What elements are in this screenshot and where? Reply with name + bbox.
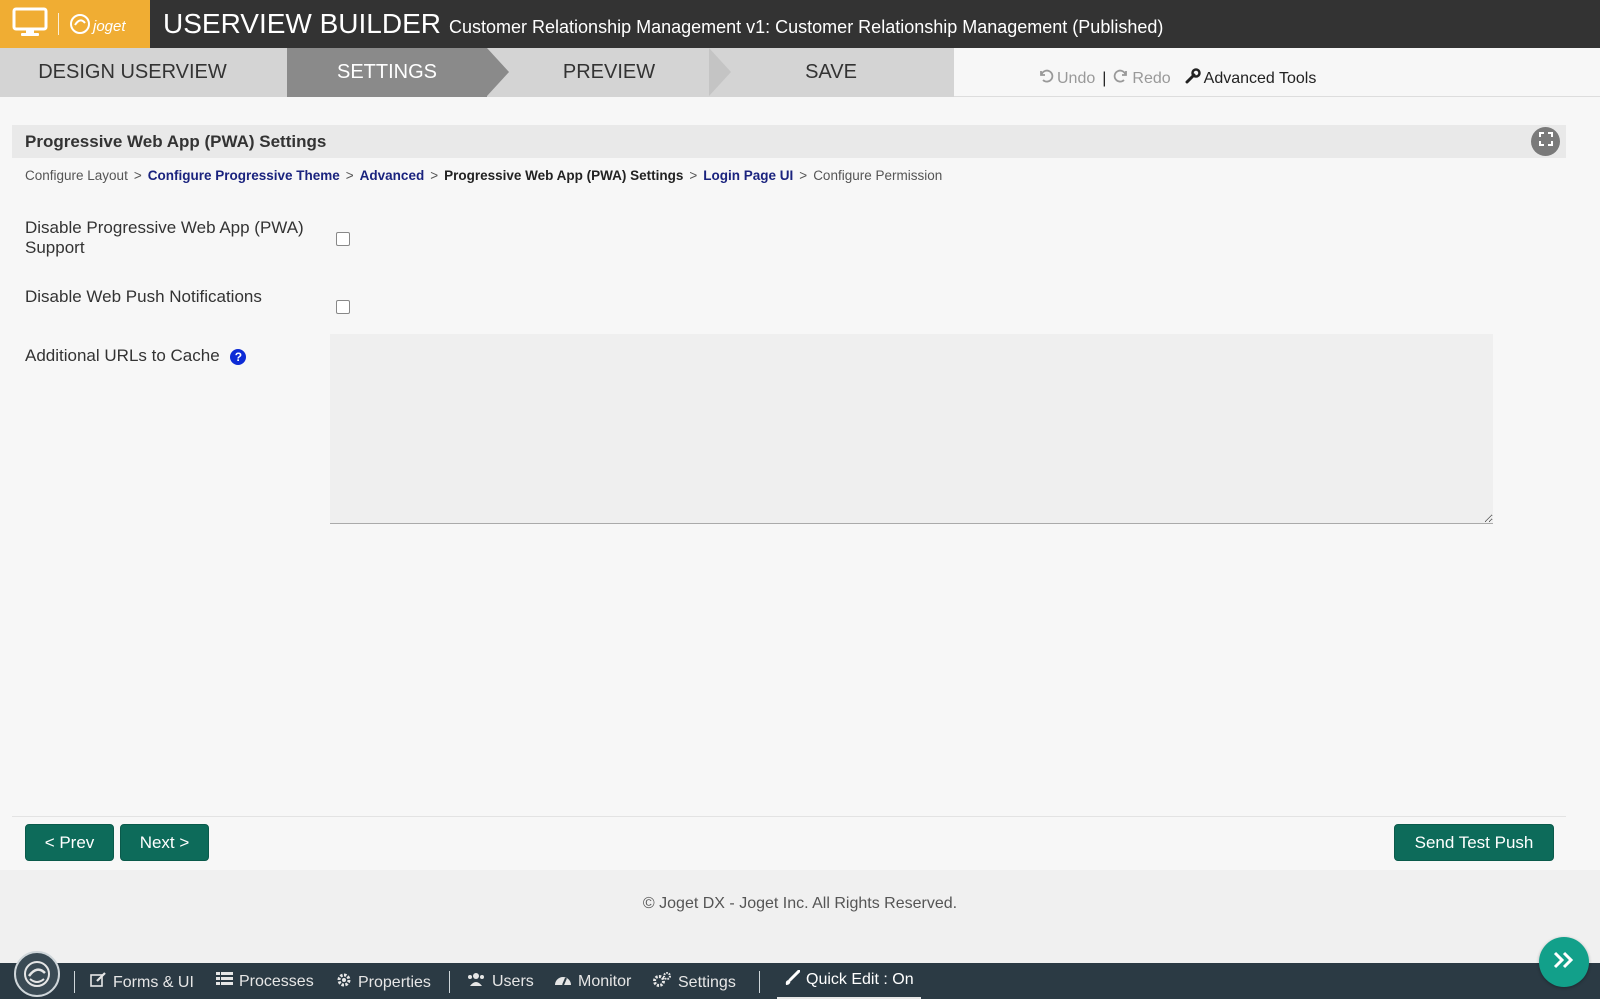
disable-push-label: Disable Web Push Notifications <box>25 287 262 306</box>
gear-icon <box>336 972 352 993</box>
next-button[interactable]: Next > <box>120 824 209 861</box>
step-label: PREVIEW <box>562 61 656 83</box>
step-design-userview[interactable]: DESIGN USERVIEW <box>0 48 265 97</box>
breadcrumb-separator: > <box>799 168 808 183</box>
expand-panel-button[interactable] <box>1539 937 1589 987</box>
admin-bar: Forms & UI Processes Properties Users Mo… <box>0 951 1600 999</box>
breadcrumb-separator: > <box>689 168 698 183</box>
breadcrumb-configure-layout[interactable]: Configure Layout <box>25 168 128 183</box>
panel-header: Progressive Web App (PWA) Settings <box>12 125 1566 158</box>
breadcrumb-separator: > <box>133 168 142 183</box>
quick-edit-label: Quick Edit : On <box>806 971 914 988</box>
admin-properties[interactable]: Properties <box>336 972 431 993</box>
admin-monitor[interactable]: Monitor <box>554 972 631 991</box>
admin-monitor-label: Monitor <box>578 972 632 990</box>
admin-forms-ui[interactable]: Forms & UI <box>90 972 194 993</box>
admin-users[interactable]: Users <box>466 972 534 991</box>
undo-label: Undo <box>1057 69 1096 87</box>
wrench-icon <box>1185 68 1201 89</box>
admin-separator <box>449 971 450 993</box>
admin-settings-label: Settings <box>678 973 736 991</box>
step-bar: DESIGN USERVIEW SETTINGS PREVIEW SAVE Un… <box>0 48 1600 97</box>
admin-properties-label: Properties <box>358 973 431 991</box>
toolbar-separator: | <box>1102 69 1107 87</box>
form-divider <box>12 816 1566 817</box>
admin-processes-label: Processes <box>239 972 314 990</box>
breadcrumb-configure-permission[interactable]: Configure Permission <box>813 168 942 183</box>
help-icon[interactable]: ? <box>230 348 247 365</box>
step-preview[interactable]: PREVIEW <box>509 48 709 97</box>
app-title: USERVIEW BUILDER <box>163 8 441 39</box>
panel-title: Progressive Web App (PWA) Settings <box>25 131 327 151</box>
logo-text: joget <box>93 18 126 35</box>
undo-button[interactable]: Undo <box>1038 68 1095 89</box>
send-test-push-button[interactable]: Send Test Push <box>1394 824 1554 861</box>
admin-forms-ui-label: Forms & UI <box>113 973 194 991</box>
cogs-icon <box>652 972 672 993</box>
admin-processes[interactable]: Processes <box>216 972 314 991</box>
step-label: SAVE <box>805 61 857 83</box>
edit-icon <box>90 972 107 993</box>
urls-to-cache-label: Additional URLs to Cache ? <box>25 346 247 366</box>
paintbrush-icon <box>784 969 801 991</box>
joget-logo: joget <box>69 13 126 35</box>
app-header: joget USERVIEW BUILDER Customer Relation… <box>0 0 1600 48</box>
admin-settings[interactable]: Settings <box>652 972 736 993</box>
admin-separator <box>759 971 760 993</box>
disable-pwa-label: Disable Progressive Web App (PWA) Suppor… <box>25 218 304 258</box>
step-label: DESIGN USERVIEW <box>38 61 227 83</box>
disable-pwa-checkbox[interactable] <box>336 232 350 246</box>
wizard-steps: DESIGN USERVIEW SETTINGS PREVIEW SAVE <box>0 48 954 97</box>
expand-icon <box>1538 131 1554 152</box>
disable-pwa-label-line2: Support <box>25 238 85 257</box>
step-arrow <box>265 48 287 96</box>
undo-icon <box>1038 68 1054 89</box>
step-arrow <box>709 48 731 96</box>
redo-icon <box>1113 68 1129 89</box>
breadcrumb-separator: > <box>430 168 439 183</box>
step-settings[interactable]: SETTINGS <box>287 48 487 97</box>
fullscreen-button[interactable] <box>1531 127 1560 156</box>
footer <box>0 870 1600 963</box>
logo-divider <box>58 13 59 35</box>
double-chevron-right-icon <box>1553 951 1575 974</box>
disable-push-checkbox[interactable] <box>336 300 350 314</box>
step-save[interactable]: SAVE <box>731 48 931 97</box>
logo-area: joget <box>0 0 150 48</box>
advanced-tools-label: Advanced Tools <box>1203 69 1317 87</box>
additional-urls-textarea[interactable] <box>330 334 1493 524</box>
breadcrumb-login-page-ui[interactable]: Login Page UI <box>703 168 793 183</box>
prev-button[interactable]: < Prev <box>25 824 114 861</box>
redo-button[interactable]: Redo <box>1113 68 1171 89</box>
redo-label: Redo <box>1132 69 1171 87</box>
list-icon <box>216 972 233 991</box>
admin-users-label: Users <box>492 972 534 990</box>
app-subtitle: Customer Relationship Management v1: Cus… <box>449 16 1164 37</box>
admin-separator <box>74 971 75 993</box>
breadcrumb-configure-progressive-theme[interactable]: Configure Progressive Theme <box>148 168 340 183</box>
users-icon <box>466 972 486 991</box>
breadcrumb-separator: > <box>345 168 354 183</box>
breadcrumb-advanced[interactable]: Advanced <box>360 168 425 183</box>
breadcrumb: Configure Layout > Configure Progressive… <box>25 168 942 183</box>
builder-toolbar: Undo | Redo Advanced Tools <box>1038 68 1316 89</box>
advanced-tools-button[interactable]: Advanced Tools <box>1185 68 1317 89</box>
dashboard-icon <box>554 972 572 991</box>
quick-edit-toggle[interactable]: Quick Edit : On <box>777 963 921 999</box>
joget-admin-logo-icon[interactable] <box>14 951 60 997</box>
copyright: © Joget DX - Joget Inc. All Rights Reser… <box>642 895 958 912</box>
disable-pwa-label-line1: Disable Progressive Web App (PWA) <box>25 218 304 237</box>
breadcrumb-pwa-settings: Progressive Web App (PWA) Settings <box>444 168 684 183</box>
monitor-icon[interactable] <box>12 6 48 43</box>
urls-to-cache-label-text: Additional URLs to Cache <box>25 346 220 365</box>
step-label: SETTINGS <box>336 61 437 83</box>
step-arrow <box>487 48 509 96</box>
